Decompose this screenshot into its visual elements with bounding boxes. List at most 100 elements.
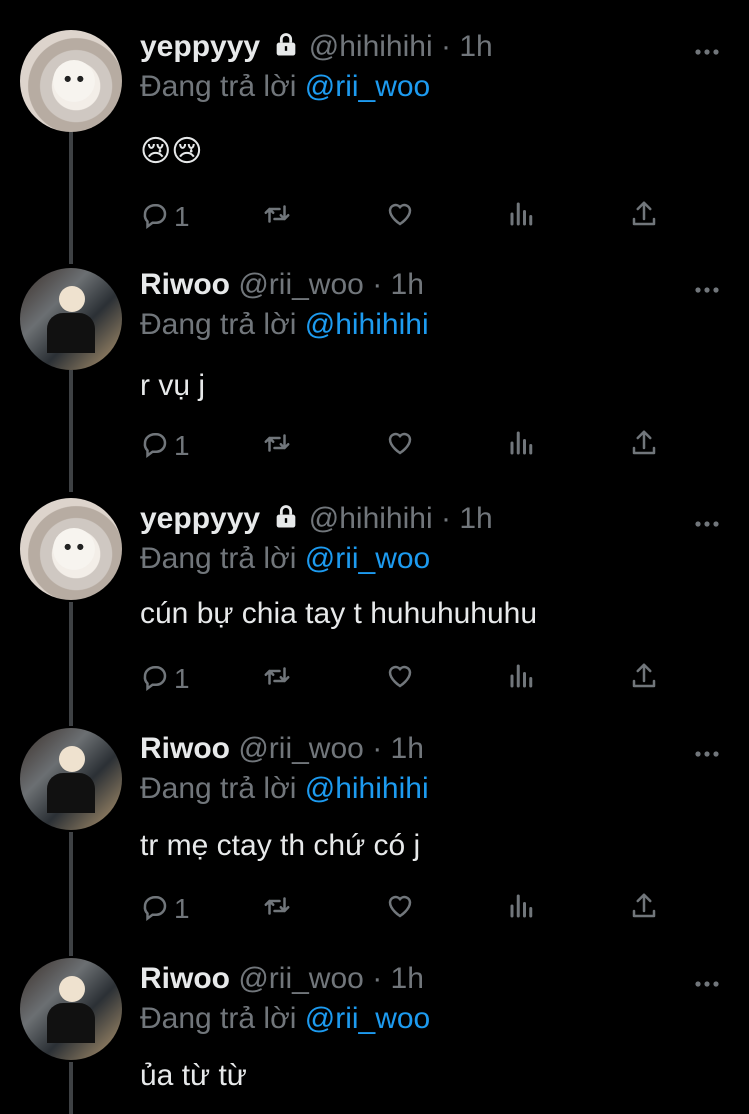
mention-link[interactable]: @hihihihi (305, 308, 429, 341)
tweet-text: 😢😢 (140, 135, 203, 168)
separator-dot: · (372, 732, 383, 765)
thread-line (69, 1062, 73, 1114)
separator-dot: · (372, 268, 383, 301)
share-button[interactable] (629, 663, 659, 695)
tweet-actions: 1 (0, 430, 749, 462)
thread-line (69, 128, 73, 264)
replying-to: Đang trả lời @rii_woo (140, 1002, 430, 1036)
display-name[interactable]: yeppyyy (140, 30, 260, 63)
tweet-text: tr mẹ ctay th chứ có j (140, 829, 421, 862)
avatar[interactable] (20, 958, 122, 1060)
handle[interactable]: @hihihihi (309, 502, 433, 535)
share-button[interactable] (629, 430, 659, 462)
reply-button[interactable]: 1 (140, 201, 190, 233)
reply-icon (140, 661, 170, 698)
tweet-text: ủa từ từ (140, 1059, 247, 1092)
avatar[interactable] (20, 30, 122, 132)
analytics-icon (507, 891, 537, 928)
avatar[interactable] (20, 268, 122, 370)
retweet-button[interactable] (262, 663, 292, 695)
mention-link[interactable]: @rii_woo (305, 542, 431, 575)
mention-link[interactable]: @rii_woo (305, 1002, 431, 1035)
analytics-icon (507, 428, 537, 465)
handle[interactable]: @hihihihi (309, 30, 433, 63)
analytics-icon (507, 661, 537, 698)
more-icon[interactable] (694, 43, 720, 55)
replying-to: Đang trả lời @rii_woo (140, 70, 430, 104)
timestamp[interactable]: 1h (391, 962, 424, 995)
heart-icon (385, 661, 415, 698)
reply-button[interactable]: 1 (140, 663, 190, 695)
retweet-button[interactable] (262, 893, 292, 925)
replying-prefix: Đang trả lời (140, 772, 297, 805)
avatar[interactable] (20, 728, 122, 830)
reply-icon (140, 891, 170, 928)
retweet-icon (262, 428, 292, 465)
display-name[interactable]: yeppyyy (140, 502, 260, 535)
tweet-actions: 1 (0, 201, 749, 233)
timestamp[interactable]: 1h (391, 268, 424, 301)
reply-button[interactable]: 1 (140, 430, 190, 462)
more-icon[interactable] (694, 745, 720, 757)
timestamp[interactable]: 1h (459, 502, 492, 535)
replying-to: Đang trả lời @rii_woo (140, 542, 430, 576)
display-name[interactable]: Riwoo (140, 732, 230, 765)
avatar[interactable] (20, 498, 122, 600)
reply-count: 1 (174, 663, 190, 694)
replying-prefix: Đang trả lời (140, 70, 297, 103)
share-icon (629, 891, 659, 928)
handle[interactable]: @rii_woo (238, 732, 364, 765)
share-icon (629, 199, 659, 236)
separator-dot: · (440, 502, 451, 535)
tweet-actions: 1 (0, 663, 749, 695)
handle[interactable]: @rii_woo (238, 268, 364, 301)
retweet-icon (262, 661, 292, 698)
reply-count: 1 (174, 893, 190, 924)
replying-to: Đang trả lời @hihihihi (140, 308, 429, 342)
retweet-icon (262, 891, 292, 928)
more-icon[interactable] (694, 515, 720, 527)
reply-icon (140, 199, 170, 236)
more-icon[interactable] (694, 975, 720, 987)
separator-dot: · (372, 962, 383, 995)
replying-prefix: Đang trả lời (140, 1002, 297, 1035)
heart-icon (385, 199, 415, 236)
share-button[interactable] (629, 201, 659, 233)
replying-prefix: Đang trả lời (140, 542, 297, 575)
views-button[interactable] (507, 893, 537, 925)
tweet-actions: 1 (0, 893, 749, 925)
reply-count: 1 (174, 430, 190, 461)
lock-icon (272, 31, 300, 67)
share-button[interactable] (629, 893, 659, 925)
handle[interactable]: @rii_woo (238, 962, 364, 995)
views-button[interactable] (507, 663, 537, 695)
share-icon (629, 428, 659, 465)
analytics-icon (507, 199, 537, 236)
like-button[interactable] (385, 663, 415, 695)
timestamp[interactable]: 1h (391, 732, 424, 765)
retweet-icon (262, 199, 292, 236)
replying-prefix: Đang trả lời (140, 308, 297, 341)
lock-icon (272, 503, 300, 539)
mention-link[interactable]: @rii_woo (305, 70, 431, 103)
more-icon[interactable] (694, 281, 720, 293)
views-button[interactable] (507, 201, 537, 233)
display-name[interactable]: Riwoo (140, 268, 230, 301)
retweet-button[interactable] (262, 430, 292, 462)
tweet-text: r vụ j (140, 369, 206, 402)
reply-button[interactable]: 1 (140, 893, 190, 925)
replying-to: Đang trả lời @hihihihi (140, 772, 429, 806)
heart-icon (385, 891, 415, 928)
like-button[interactable] (385, 893, 415, 925)
like-button[interactable] (385, 430, 415, 462)
heart-icon (385, 428, 415, 465)
separator-dot: · (440, 30, 451, 63)
timestamp[interactable]: 1h (459, 30, 492, 63)
tweet-text: cún bự chia tay t huhuhuhuhu (140, 597, 538, 630)
like-button[interactable] (385, 201, 415, 233)
retweet-button[interactable] (262, 201, 292, 233)
mention-link[interactable]: @hihihihi (305, 772, 429, 805)
display-name[interactable]: Riwoo (140, 962, 230, 995)
share-icon (629, 661, 659, 698)
views-button[interactable] (507, 430, 537, 462)
